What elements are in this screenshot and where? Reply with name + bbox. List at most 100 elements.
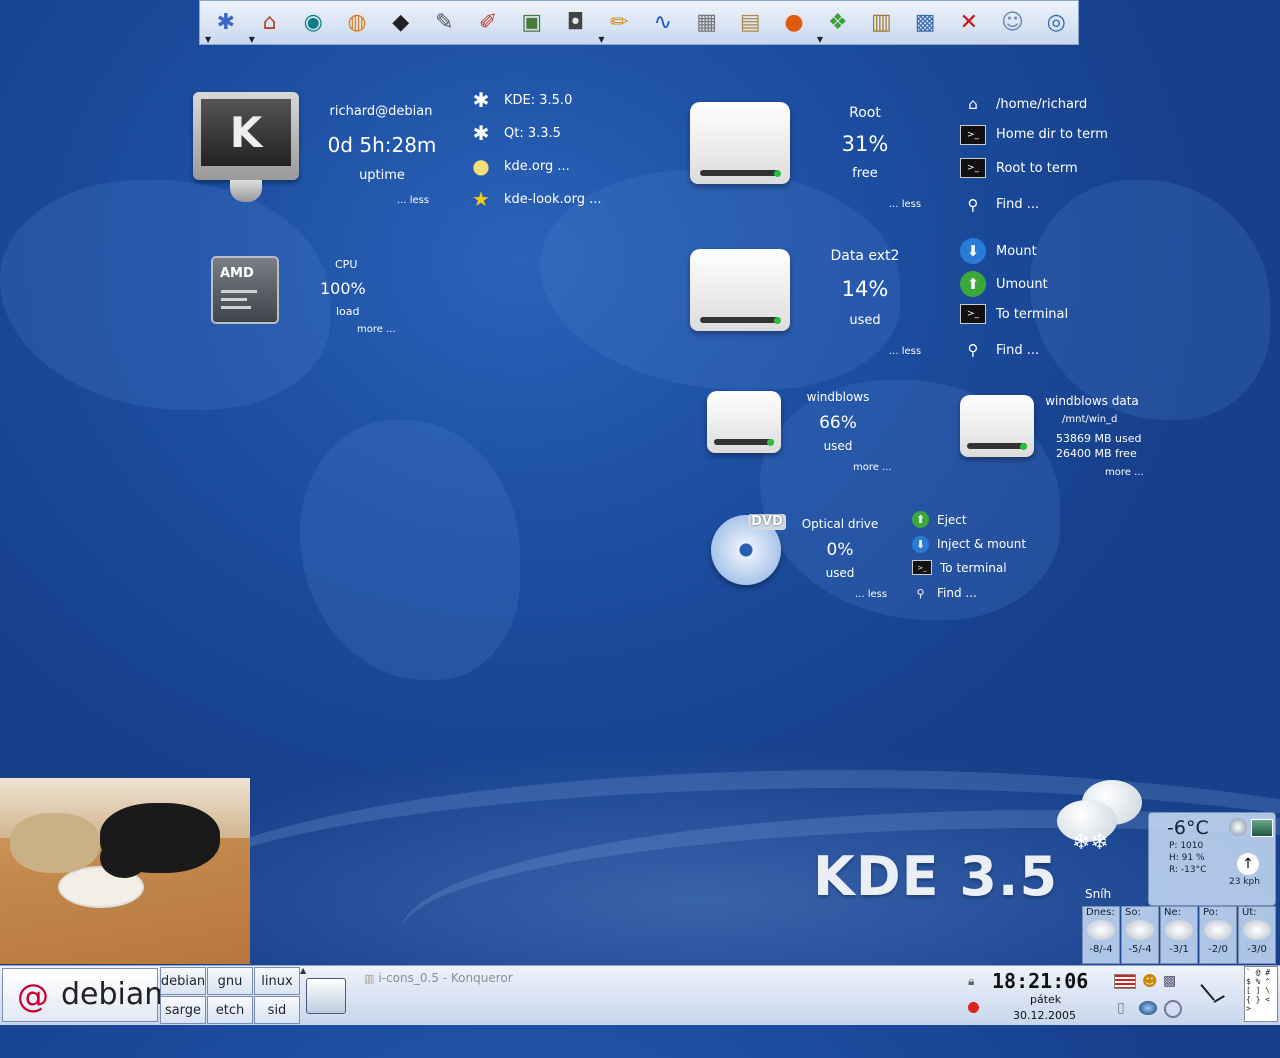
weather-panel[interactable]: -6°C P: 1010 H: 91 % R: -13°C ↑ 23 kph S… <box>1085 812 1276 906</box>
forecast-day[interactable]: Po: -2/0 <box>1199 906 1237 964</box>
editor-launcher[interactable]: ✏ ▼ <box>597 1 641 45</box>
user-host-label: richard@debian <box>329 104 433 119</box>
root-drive-action-2[interactable]: >_ Root to term <box>960 158 1078 178</box>
dropdown-arrow-icon[interactable]: ▼ <box>598 35 604 44</box>
forecast-day[interactable]: So: -5/-4 <box>1121 906 1159 964</box>
root-drive-less-link[interactable]: ... less <box>889 199 921 210</box>
snow-cloud-icon <box>1087 920 1115 940</box>
desktop-etch[interactable]: etch <box>207 996 253 1024</box>
data-drive-action-0[interactable]: ⬇ Mount <box>960 238 1037 264</box>
windblows-more-link[interactable]: more ... <box>853 462 892 473</box>
windblows-data-drive-icon <box>960 395 1034 457</box>
klipper-icon[interactable] <box>1164 1000 1182 1018</box>
terminal-icon: >_ <box>960 124 986 145</box>
dropdown-arrow-icon[interactable]: ▼ <box>817 35 823 44</box>
games-launcher[interactable]: ❖ ▼ <box>816 1 860 45</box>
pager-arrow-icon[interactable]: ▲ <box>300 966 306 975</box>
clipboard-icon[interactable]: ▯ <box>1117 1000 1125 1016</box>
data-drive-action-2[interactable]: >_ To terminal <box>960 304 1068 324</box>
umount-icon: ⬆ <box>960 271 986 297</box>
image-viewer-launcher[interactable]: ▣ <box>510 1 554 45</box>
dropdown-arrow-icon[interactable]: ▼ <box>249 35 255 44</box>
data-drive-action-1[interactable]: ⬆ Umount <box>960 271 1048 297</box>
forecast-temp: -2/0 <box>1208 944 1228 955</box>
globe-launcher[interactable]: ◎ <box>1034 1 1078 45</box>
system-info-item[interactable]: ● kde.org ... <box>468 153 570 179</box>
home-launcher[interactable]: ⌂ ▼ <box>248 1 292 45</box>
optical-action-0[interactable]: ⬆ Eject <box>912 511 967 528</box>
optical-action-1[interactable]: ⬇ Inject & mount <box>912 535 1026 553</box>
user-icon: ☺ <box>1001 10 1024 35</box>
data-drive-action-label: Umount <box>996 276 1048 292</box>
file-manager-launcher[interactable]: ▥ <box>860 1 904 45</box>
office-launcher[interactable]: ∿ <box>641 1 685 45</box>
dropdown-arrow-icon[interactable]: ▼ <box>205 35 211 44</box>
data-drive-less-link[interactable]: ... less <box>889 346 921 357</box>
weather-map-icon[interactable] <box>1251 819 1273 837</box>
logout-icon[interactable] <box>968 1002 979 1013</box>
root-drive-action-label: Home dir to term <box>996 127 1108 142</box>
show-desktop-icon[interactable] <box>306 978 346 1014</box>
root-drive-value: 31% <box>841 132 889 156</box>
dogs-photo[interactable] <box>0 778 250 964</box>
keyboard-layout-flag-icon[interactable] <box>1114 974 1136 989</box>
data-drive-action-3[interactable]: ⚲ Find ... <box>960 337 1040 363</box>
web-browser-launcher[interactable]: ◉ <box>291 1 335 45</box>
system-info-item[interactable]: ★ kde-look.org ... <box>468 186 602 212</box>
optical-action-2[interactable]: >_ To terminal <box>912 560 1007 575</box>
clock-time[interactable]: 18:21:06 <box>992 969 1088 993</box>
inkscape-launcher[interactable]: ◆ <box>379 1 423 45</box>
forecast-day-label: So: <box>1125 907 1141 918</box>
camera-launcher[interactable]: ◘ <box>554 1 598 45</box>
root-drive-action-0[interactable]: ⌂ /home/richard <box>960 91 1087 117</box>
user-launcher[interactable]: ☺ <box>991 1 1035 45</box>
uptime-label: uptime <box>359 168 405 183</box>
desktop-sarge[interactable]: sarge <box>160 996 206 1024</box>
eject-icon: ⬆ <box>912 511 929 528</box>
network-icon: ▩ <box>914 10 936 35</box>
cpu-more-link[interactable]: more ... <box>357 324 396 335</box>
kmenu-launcher[interactable]: ✱ ▼ <box>204 1 248 45</box>
spreadsheet-launcher[interactable]: ▦ <box>685 1 729 45</box>
network-launcher[interactable]: ▩ <box>903 1 947 45</box>
desktop-sid[interactable]: sid <box>254 996 300 1024</box>
kopete-icon[interactable]: ☻ <box>1142 972 1158 990</box>
forecast-day[interactable]: Dnes: -8/-4 <box>1082 906 1120 964</box>
forecast-day[interactable]: Út: -3/0 <box>1238 906 1276 964</box>
system-less-link[interactable]: ... less <box>397 195 429 206</box>
blender-launcher[interactable]: ◍ <box>335 1 379 45</box>
forecast-temp: -3/1 <box>1169 944 1189 955</box>
system-info-item: ✱ KDE: 3.5.0 <box>468 87 573 113</box>
paint-launcher[interactable]: ✐ <box>466 1 510 45</box>
taskbar-item-konqueror[interactable]: ▥ i-cons_0.5 - Konqueror <box>364 968 564 988</box>
desktop-gnu[interactable]: gnu <box>207 967 253 995</box>
network-monitor-icon[interactable]: ▩ <box>1163 973 1176 989</box>
lock-icon[interactable]: 🔒︎ <box>968 974 974 989</box>
desktop-debian[interactable]: debian <box>160 967 206 995</box>
analog-clock-icon[interactable] <box>1188 968 1240 1022</box>
debian-menu-button[interactable]: @ debian <box>2 968 163 1022</box>
data-drive-label: used <box>849 313 881 328</box>
cpu-icon: AMD <box>211 256 279 324</box>
kde-wallpaper-logo: KDE 3.5 <box>813 845 1059 908</box>
amd-badge: AMD <box>220 266 254 281</box>
amarok-icon[interactable] <box>1139 1001 1157 1015</box>
optical-action-3[interactable]: ⚲ Find ... <box>912 585 976 602</box>
root-drive-action-1[interactable]: >_ Home dir to term <box>960 124 1108 145</box>
close-launcher[interactable]: ✕ <box>947 1 991 45</box>
archive-launcher[interactable]: ▤ <box>728 1 772 45</box>
system-info-label: Qt: 3.3.5 <box>504 125 561 141</box>
gimp-launcher[interactable]: ✎ <box>423 1 467 45</box>
media-player-launcher[interactable]: ● <box>772 1 816 45</box>
system-info-label: kde-look.org ... <box>504 191 602 207</box>
weather-globe-icon[interactable] <box>1229 818 1247 836</box>
desktop-linux[interactable]: linux <box>254 967 300 995</box>
optical-less-link[interactable]: ... less <box>855 589 887 600</box>
cpu-title: CPU <box>335 258 358 271</box>
taskbar-item-label: i-cons_0.5 - Konqueror <box>378 971 513 985</box>
windblows-data-more-link[interactable]: more ... <box>1105 467 1144 478</box>
cpu-value: 100% <box>320 279 366 298</box>
character-selector-icon[interactable]: ` @ # $ % ^[ ] \{ } < > <box>1244 966 1278 1022</box>
root-drive-action-3[interactable]: ⚲ Find ... <box>960 192 1040 218</box>
forecast-day[interactable]: Ne: -3/1 <box>1160 906 1198 964</box>
